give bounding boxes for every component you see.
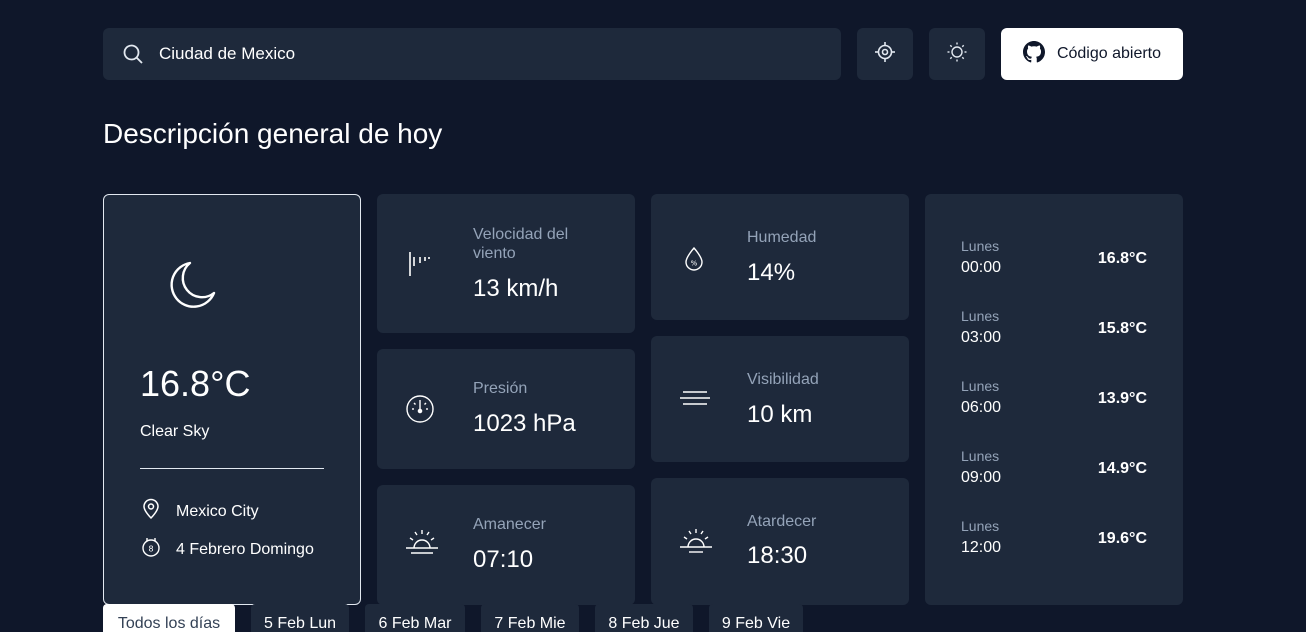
sunset-icon [679, 527, 713, 560]
theme-toggle-button[interactable] [929, 28, 985, 80]
hourly-row: Lunes 09:00 14.9°C [961, 448, 1147, 487]
visibility-value: 10 km [747, 401, 813, 428]
hourly-temp: 14.9°C [1097, 460, 1147, 477]
wind-card: Velocidad del viento 13 km/h [377, 194, 635, 333]
location-label: Mexico City [176, 502, 259, 520]
sunset-label: Atardecer [747, 513, 817, 530]
sunrise-label: Amanecer [473, 516, 546, 533]
sunrise-value: 07:10 [473, 546, 534, 573]
hourly-temp: 13.9°C [1097, 390, 1147, 407]
current-weather-card: 16.8°C Clear Sky Mexico City 8 4 Febrero… [103, 194, 361, 605]
weather-dashboard: Código abierto Descripción general de ho… [0, 0, 1306, 632]
tab-day[interactable]: 9 Feb Vie [709, 604, 803, 632]
hourly-temp: 19.6°C [1097, 530, 1147, 547]
search-icon [121, 42, 145, 66]
map-pin-icon [140, 498, 162, 525]
wind-label: Velocidad del viento [473, 226, 569, 262]
hourly-row: Lunes 06:00 13.9°C [961, 378, 1147, 417]
page-title: Descripción general de hoy [103, 118, 443, 149]
pressure-card: Presión 1023 hPa [377, 349, 635, 469]
search-bar[interactable] [103, 28, 841, 80]
search-input[interactable] [159, 44, 799, 64]
hourly-temp: 16.8°C [1097, 250, 1147, 267]
location-row: Mexico City [140, 498, 259, 525]
hourly-forecast-card: Lunes 00:00 16.8°C Lunes 03:00 15.8°C Lu… [925, 194, 1183, 605]
date-label: 4 Febrero Domingo [176, 540, 314, 558]
sunrise-card: Amanecer 07:10 [377, 485, 635, 605]
open-source-button[interactable]: Código abierto [1001, 28, 1183, 80]
wind-icon [405, 250, 435, 283]
visibility-card: Visibilidad 10 km [651, 336, 909, 462]
github-icon [1022, 40, 1045, 68]
tab-day[interactable]: 7 Feb Mie [481, 604, 579, 632]
hourly-row: Lunes 00:00 16.8°C [961, 238, 1147, 277]
hourly-row: Lunes 03:00 15.8°C [961, 308, 1147, 347]
moon-icon [160, 257, 220, 322]
fog-icon [679, 388, 711, 415]
sunset-card: Atardecer 18:30 [651, 478, 909, 605]
current-temperature: 16.8°C [140, 363, 251, 404]
pressure-label: Presión [473, 380, 528, 397]
humidity-card: % Humedad 14% [651, 194, 909, 320]
visibility-label: Visibilidad [747, 371, 819, 388]
crosshair-icon [874, 41, 896, 68]
humidity-value: 14% [747, 259, 796, 286]
hourly-row: Lunes 12:00 19.6°C [961, 518, 1147, 557]
divider [140, 468, 324, 469]
sunrise-icon [405, 528, 439, 561]
tab-day[interactable]: 6 Feb Mar [365, 604, 465, 632]
tab-day[interactable]: 8 Feb Jue [595, 604, 693, 632]
date-row: 8 4 Febrero Domingo [140, 536, 314, 563]
humidity-icon: % [683, 246, 705, 277]
humidity-label: Humedad [747, 229, 817, 246]
open-source-label: Código abierto [1056, 45, 1162, 62]
wind-value: 13 km/h [473, 275, 559, 302]
hourly-temp: 15.8°C [1097, 320, 1147, 337]
gauge-icon [405, 394, 435, 429]
sunset-value: 18:30 [747, 542, 808, 569]
sun-icon [946, 41, 968, 68]
tab-all-days[interactable]: Todos los días [103, 604, 235, 632]
current-location-button[interactable] [857, 28, 913, 80]
tab-day[interactable]: 5 Feb Lun [251, 604, 349, 632]
weather-description: Clear Sky [140, 423, 210, 440]
svg-text:%: % [691, 260, 698, 268]
pressure-value: 1023 hPa [473, 410, 576, 437]
svg-text:8: 8 [148, 545, 153, 554]
calendar-icon: 8 [140, 536, 162, 563]
